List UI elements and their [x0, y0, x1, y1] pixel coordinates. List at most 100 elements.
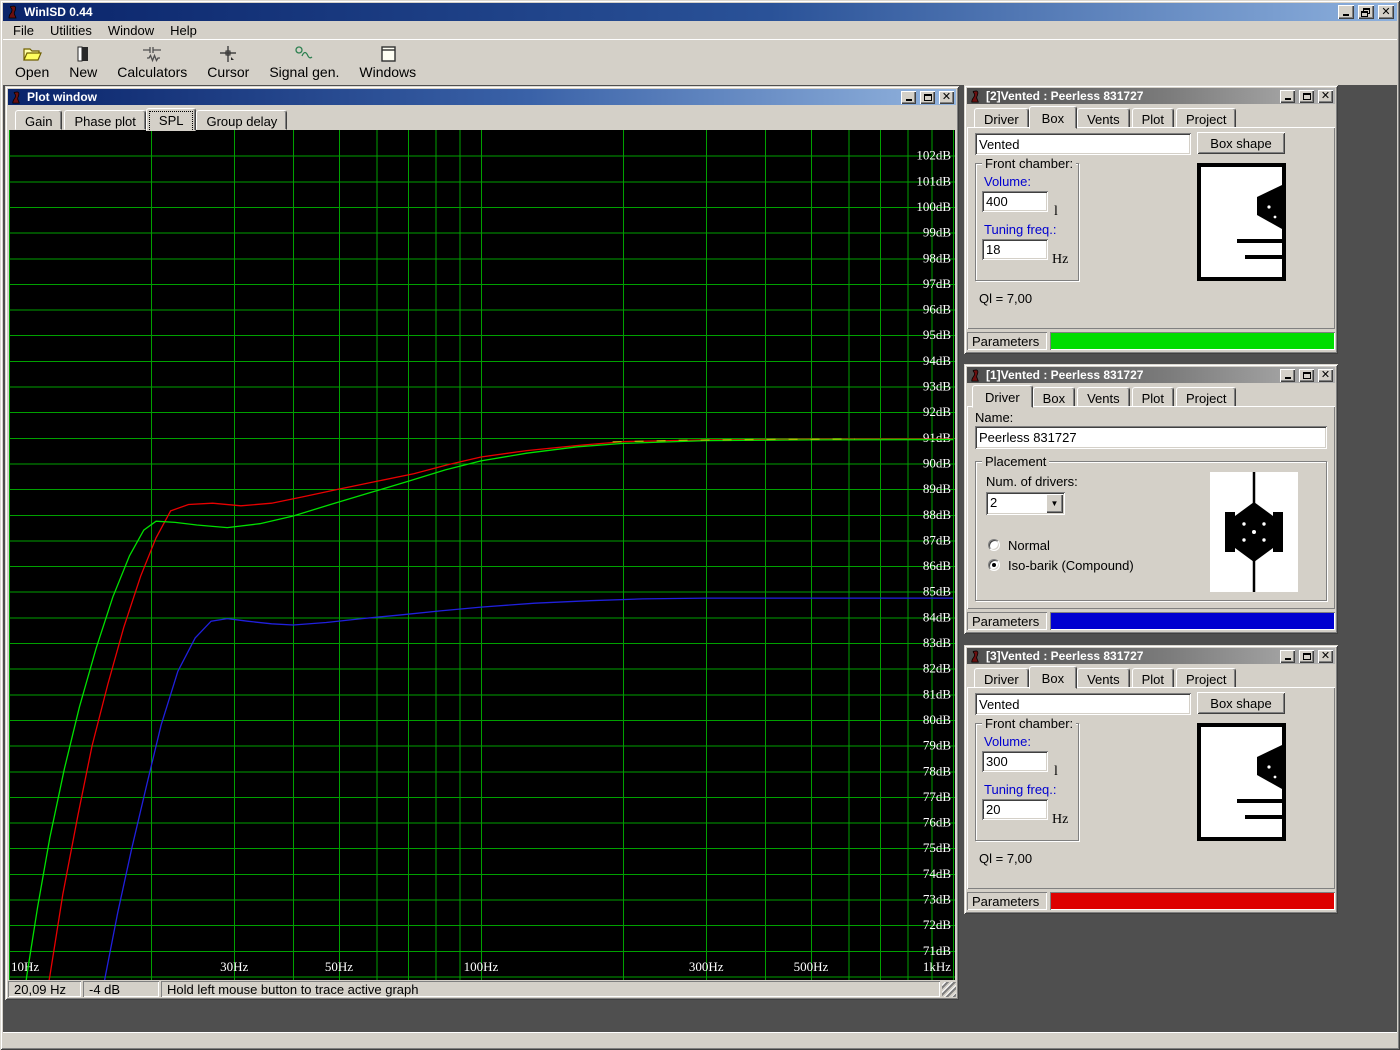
box-type-field[interactable] [975, 133, 1191, 155]
box-tab-page: Box shape Front chamber: Volume: l Tunin… [967, 687, 1335, 889]
tab-box[interactable]: Box [1033, 387, 1075, 407]
tab-vents[interactable]: Vents [1077, 668, 1130, 688]
minimize-button[interactable] [1280, 650, 1295, 663]
minimize-button[interactable] [1338, 5, 1354, 19]
x-axis-tick-label: 30Hz [220, 959, 248, 974]
y-axis-tick-label: 92dB [923, 404, 952, 419]
radio-isobarik[interactable] [988, 559, 1000, 571]
x-axis-tick-label: 50Hz [325, 959, 353, 974]
tab-spl[interactable]: SPL [146, 108, 197, 131]
y-axis-tick-label: 91dB [923, 430, 952, 445]
y-axis-tick-label: 88dB [923, 507, 952, 522]
minimize-button[interactable] [901, 91, 916, 104]
placement-group: Placement Num. of drivers: 2 ▼ Normal Is… [975, 461, 1327, 601]
parameters-row: Parameters [967, 892, 1335, 910]
tuning-freq-input[interactable] [982, 799, 1048, 820]
spl-chart[interactable]: 102dB101dB100dB99dB98dB97dB96dB95dB94dB9… [9, 130, 955, 980]
maximize-button[interactable] [1299, 369, 1314, 382]
volume-input[interactable] [982, 191, 1048, 212]
minimize-button[interactable] [1280, 90, 1295, 103]
tab-driver[interactable]: Driver [974, 108, 1029, 128]
project-2-title: [2]Vented : Peerless 831727 [986, 89, 1276, 103]
toolbar: Open New Calculators Cursor Signal g [3, 39, 1397, 85]
box-shape-button[interactable]: Box shape [1197, 692, 1285, 714]
plot-window-titlebar[interactable]: Plot window ✕ [8, 89, 956, 105]
box-type-field[interactable] [975, 693, 1191, 715]
project-window-1: [1]Vented : Peerless 831727 ✕ Driver Box… [964, 364, 1338, 634]
parameters-progress-bar [1050, 612, 1335, 630]
restore-button[interactable] [1358, 5, 1374, 19]
tab-plot[interactable]: Plot [1132, 108, 1174, 128]
name-label: Name: [975, 410, 1013, 425]
tab-driver[interactable]: Driver [974, 668, 1029, 688]
tab-plot[interactable]: Plot [1132, 668, 1174, 688]
tab-phase-plot[interactable]: Phase plot [64, 110, 145, 130]
tab-vents[interactable]: Vents [1077, 108, 1130, 128]
y-axis-tick-label: 95dB [923, 327, 952, 342]
resize-grip[interactable] [942, 982, 956, 997]
close-button[interactable]: ✕ [1318, 650, 1333, 663]
maximize-button[interactable] [920, 91, 935, 104]
tab-gain[interactable]: Gain [15, 110, 62, 130]
tab-project[interactable]: Project [1176, 387, 1236, 407]
chevron-down-icon[interactable]: ▼ [1046, 494, 1063, 513]
main-titlebar[interactable]: WinISD 0.44 ✕ [3, 3, 1397, 21]
tuning-freq-unit: Hz [1052, 252, 1068, 268]
tuning-freq-input[interactable] [982, 239, 1048, 260]
tab-driver[interactable]: Driver [972, 385, 1033, 408]
y-axis-tick-label: 99dB [923, 225, 952, 240]
project-2-tabstrip: Driver Box Vents Plot Project [967, 105, 1335, 128]
box-shape-button[interactable]: Box shape [1197, 132, 1285, 154]
spl-green-curve[interactable] [19, 440, 953, 980]
project-1-titlebar[interactable]: [1]Vented : Peerless 831727 ✕ [967, 367, 1335, 383]
menu-window[interactable]: Window [100, 22, 162, 39]
driver-name-input[interactable] [975, 426, 1327, 449]
tab-plot[interactable]: Plot [1132, 387, 1174, 407]
toolbar-label: Cursor [207, 64, 249, 80]
signal-generator-icon [292, 45, 316, 63]
menu-bar: File Utilities Window Help [3, 21, 1397, 39]
y-axis-tick-label: 77dB [923, 789, 952, 804]
tab-project[interactable]: Project [1176, 668, 1236, 688]
project-window-2: [2]Vented : Peerless 831727 ✕ Driver Box… [964, 85, 1338, 354]
tab-box[interactable]: Box [1029, 106, 1077, 129]
calculators-button[interactable]: Calculators [107, 42, 197, 84]
spl-blue-curve[interactable] [96, 598, 953, 980]
project-1-tabstrip: Driver Box Vents Plot Project [967, 384, 1335, 407]
signal-gen-button[interactable]: Signal gen. [259, 42, 349, 84]
project-3-titlebar[interactable]: [3]Vented : Peerless 831727 ✕ [967, 648, 1335, 664]
ql-value: Ql = 7,00 [979, 851, 1032, 866]
plot-statusbar: 20,09 Hz -4 dB Hold left mouse button to… [8, 980, 956, 997]
winisd-app-icon [10, 91, 23, 104]
maximize-button[interactable] [1299, 650, 1314, 663]
open-button[interactable]: Open [5, 42, 59, 84]
main-statusbar [3, 1032, 1397, 1047]
close-button[interactable]: ✕ [939, 91, 954, 104]
tab-project[interactable]: Project [1176, 108, 1236, 128]
menu-utilities[interactable]: Utilities [42, 22, 100, 39]
close-button[interactable]: ✕ [1378, 5, 1394, 19]
toolbar-label: Windows [359, 64, 416, 80]
tab-box[interactable]: Box [1029, 666, 1077, 689]
tab-group-delay[interactable]: Group delay [196, 110, 287, 130]
spl-red-curve[interactable] [43, 439, 953, 980]
plot-window: Plot window ✕ Gain Phase plot SPL Group … [5, 86, 959, 1000]
new-button[interactable]: New [59, 42, 107, 84]
minimize-button[interactable] [1280, 369, 1295, 382]
spl-plot-area[interactable]: 102dB101dB100dB99dB98dB97dB96dB95dB94dB9… [9, 130, 955, 980]
close-button[interactable]: ✕ [1318, 369, 1333, 382]
y-axis-tick-label: 83dB [923, 635, 952, 650]
x-axis-tick-label: 1kHz [923, 959, 951, 974]
volume-input[interactable] [982, 751, 1048, 772]
cursor-button[interactable]: Cursor [197, 42, 259, 84]
menu-help[interactable]: Help [162, 22, 205, 39]
tab-vents[interactable]: Vents [1077, 387, 1130, 407]
radio-normal[interactable] [988, 539, 1000, 551]
menu-file[interactable]: File [5, 22, 42, 39]
project-2-titlebar[interactable]: [2]Vented : Peerless 831727 ✕ [967, 88, 1335, 104]
windows-button[interactable]: Windows [349, 42, 426, 84]
winisd-app-icon [6, 5, 20, 19]
close-button[interactable]: ✕ [1318, 90, 1333, 103]
maximize-button[interactable] [1299, 90, 1314, 103]
num-drivers-combo[interactable]: 2 ▼ [986, 492, 1065, 515]
